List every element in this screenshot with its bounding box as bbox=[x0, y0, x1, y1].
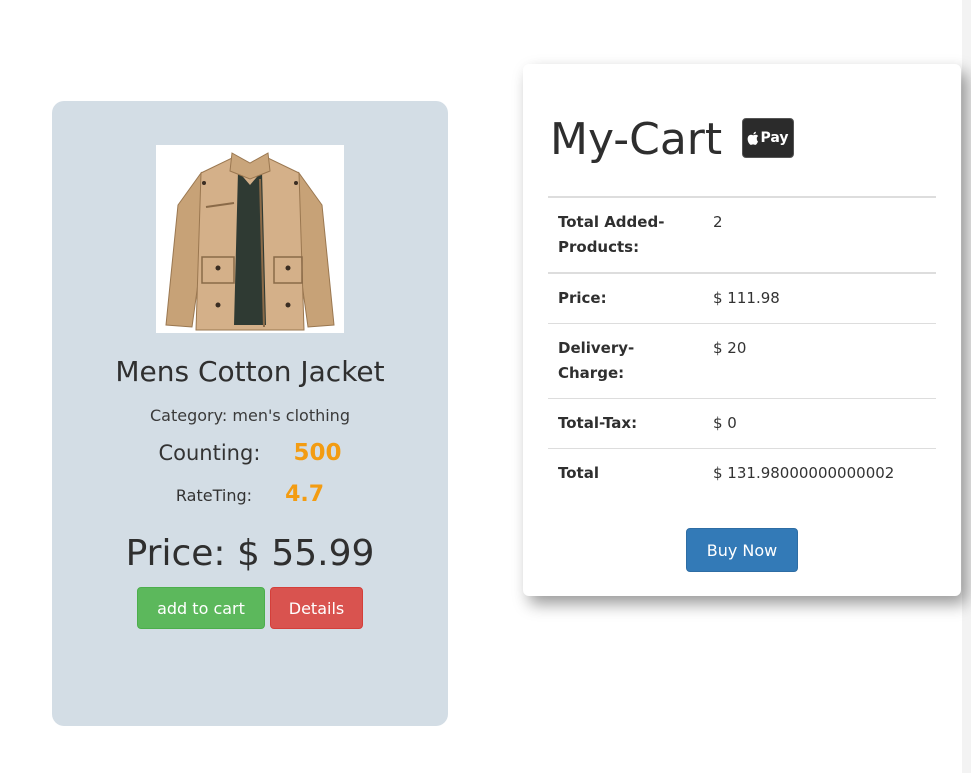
counting-value: 500 bbox=[293, 440, 342, 466]
total-tax-value: $ 0 bbox=[703, 398, 936, 449]
add-to-cart-button[interactable]: add to cart bbox=[137, 587, 265, 629]
price-label: Price: bbox=[548, 272, 703, 324]
jacket-image bbox=[156, 145, 344, 333]
details-button[interactable]: Details bbox=[270, 587, 363, 629]
product-category: Category: men's clothing bbox=[150, 406, 350, 425]
product-title: Mens Cotton Jacket bbox=[115, 355, 385, 388]
table-row: Total-Tax: $ 0 bbox=[548, 398, 936, 449]
apple-pay-label: Pay bbox=[760, 130, 789, 146]
buy-now-button[interactable]: Buy Now bbox=[686, 528, 798, 572]
table-row: Delivery-Charge: $ 20 bbox=[548, 323, 936, 399]
product-actions: add to cart Details bbox=[137, 587, 363, 629]
apple-pay-icon: Pay bbox=[742, 118, 794, 158]
total-label: Total bbox=[548, 448, 703, 498]
total-tax-label: Total-Tax: bbox=[548, 398, 703, 449]
table-row: Total $ 131.98000000000002 bbox=[548, 448, 936, 498]
rating-row: RateTing: 4.7 bbox=[52, 482, 448, 507]
price-value: $ 111.98 bbox=[703, 272, 936, 324]
total-value: $ 131.98000000000002 bbox=[703, 448, 936, 498]
product-price: Price: $ 55.99 bbox=[125, 533, 375, 574]
counting-label: Counting: bbox=[158, 441, 261, 465]
counting-row: Counting: 500 bbox=[52, 440, 448, 466]
table-row: Price: $ 111.98 bbox=[548, 272, 936, 324]
total-added-products-value: 2 bbox=[703, 196, 936, 273]
cart-title: My-Cart bbox=[550, 114, 723, 165]
delivery-charge-value: $ 20 bbox=[703, 323, 936, 399]
delivery-charge-label: Delivery-Charge: bbox=[548, 323, 703, 399]
rating-value: 4.7 bbox=[285, 482, 325, 507]
cart-summary-table: Total Added-Products: 2 Price: $ 111.98 … bbox=[548, 196, 936, 498]
total-added-products-label: Total Added-Products: bbox=[548, 196, 703, 273]
cart-panel: My-Cart Pay Total Added-Products: 2 Pric… bbox=[523, 64, 961, 596]
product-card: Mens Cotton Jacket Category: men's cloth… bbox=[52, 101, 448, 726]
rating-label: RateTing: bbox=[175, 486, 253, 505]
page-scrollbar-track bbox=[962, 0, 971, 773]
table-row: Total Added-Products: 2 bbox=[548, 196, 936, 273]
